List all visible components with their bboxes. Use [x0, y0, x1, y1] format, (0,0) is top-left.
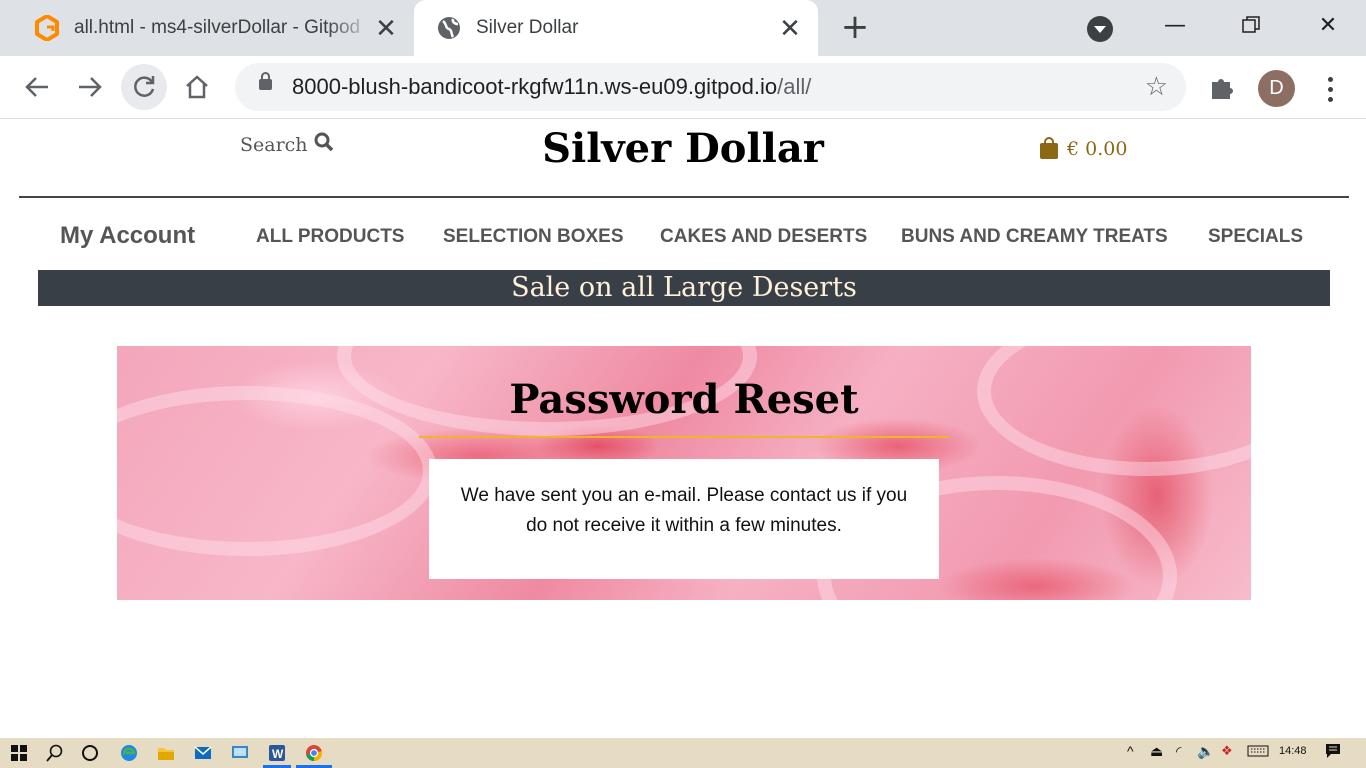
- nav-my-account[interactable]: My Account: [60, 222, 195, 250]
- svg-text:W: W: [272, 747, 284, 761]
- tab-search-icon[interactable]: [1087, 16, 1113, 42]
- task-view-icon[interactable]: [79, 742, 101, 764]
- cart-link[interactable]: € 0.00: [1040, 137, 1128, 160]
- search-icon[interactable]: [44, 742, 66, 764]
- mail-icon[interactable]: [192, 742, 214, 764]
- close-tab-icon[interactable]: ✕: [372, 13, 400, 43]
- windows-taskbar: W ^ ⏏ ◜ 🔈 ❖ 14:48: [0, 738, 1366, 768]
- usb-device-icon[interactable]: ⏏: [1150, 743, 1163, 760]
- sale-banner: Sale on all Large Deserts: [38, 270, 1330, 306]
- tab-silver-dollar[interactable]: Silver Dollar ✕: [414, 0, 818, 56]
- profile-avatar[interactable]: D: [1258, 70, 1295, 107]
- show-hidden-icons-icon[interactable]: ^: [1127, 743, 1134, 759]
- back-icon[interactable]: [14, 64, 60, 110]
- header-divider: [19, 196, 1349, 198]
- keyboard-icon[interactable]: [1247, 745, 1269, 760]
- title-underline: [419, 436, 949, 438]
- browser-menu-icon[interactable]: [1318, 72, 1342, 106]
- url-text: 8000-blush-bandicoot-rkgfw11n.ws-eu09.gi…: [292, 74, 812, 99]
- address-bar[interactable]: 8000-blush-bandicoot-rkgfw11n.ws-eu09.gi…: [235, 63, 1186, 111]
- reload-icon[interactable]: [121, 64, 167, 110]
- extensions-puzzle-icon[interactable]: [1208, 73, 1238, 103]
- nav-all-products[interactable]: ALL PRODUCTS: [256, 226, 404, 248]
- clock[interactable]: 14:48: [1279, 745, 1307, 757]
- tab-gitpod[interactable]: all.html - ms4-silverDollar - Gitpod ✕: [0, 0, 414, 56]
- shopping-bag-icon: [1040, 137, 1058, 159]
- close-window-icon[interactable]: ✕: [1310, 10, 1346, 40]
- close-tab-icon[interactable]: ✕: [776, 13, 804, 43]
- file-explorer-icon[interactable]: [155, 742, 177, 764]
- minimize-icon[interactable]: —: [1157, 10, 1193, 40]
- forward-icon[interactable]: [67, 64, 113, 110]
- tab-title: Silver Dollar: [476, 17, 579, 38]
- dropbox-icon[interactable]: ❖: [1221, 743, 1233, 759]
- new-tab-icon[interactable]: +: [838, 10, 872, 46]
- main-nav: My Account ALL PRODUCTS SELECTION BOXES …: [0, 222, 1366, 252]
- nav-specials[interactable]: SPECIALS: [1208, 226, 1303, 248]
- edge-icon[interactable]: [118, 742, 140, 764]
- word-icon[interactable]: W: [266, 742, 288, 764]
- lock-icon: [259, 72, 272, 90]
- web-page: Search Silver Dollar € 0.00 My Account A…: [0, 120, 1366, 738]
- notifications-icon[interactable]: [1325, 743, 1341, 762]
- browser-tab-strip: all.html - ms4-silverDollar - Gitpod ✕ S…: [0, 0, 1366, 56]
- browser-toolbar: 8000-blush-bandicoot-rkgfw11n.ws-eu09.gi…: [0, 56, 1366, 119]
- page-title: Password Reset: [509, 376, 859, 423]
- gitpod-icon: [34, 15, 60, 41]
- nav-buns-and-creamy-treats[interactable]: BUNS AND CREAMY TREATS: [901, 226, 1168, 248]
- chrome-icon[interactable]: [303, 742, 325, 764]
- bookmark-star-icon[interactable]: ☆: [1145, 72, 1168, 102]
- restore-icon[interactable]: [1233, 10, 1269, 40]
- windows-start-icon[interactable]: [8, 742, 30, 764]
- nav-selection-boxes[interactable]: SELECTION BOXES: [443, 226, 624, 248]
- home-icon[interactable]: [174, 64, 220, 110]
- control-panel-icon[interactable]: [229, 742, 251, 764]
- site-brand[interactable]: Silver Dollar: [0, 125, 1366, 172]
- cart-total: € 0.00: [1067, 138, 1128, 160]
- volume-icon[interactable]: 🔈: [1197, 743, 1214, 760]
- password-reset-panel: Password Reset We have sent you an e-mai…: [117, 346, 1251, 600]
- tab-title: all.html - ms4-silverDollar - Gitpod: [74, 17, 361, 38]
- wifi-icon[interactable]: ◜: [1176, 743, 1181, 760]
- globe-icon: [436, 15, 462, 41]
- reset-message: We have sent you an e-mail. Please conta…: [429, 459, 939, 579]
- nav-cakes-and-deserts[interactable]: CAKES AND DESERTS: [660, 226, 867, 248]
